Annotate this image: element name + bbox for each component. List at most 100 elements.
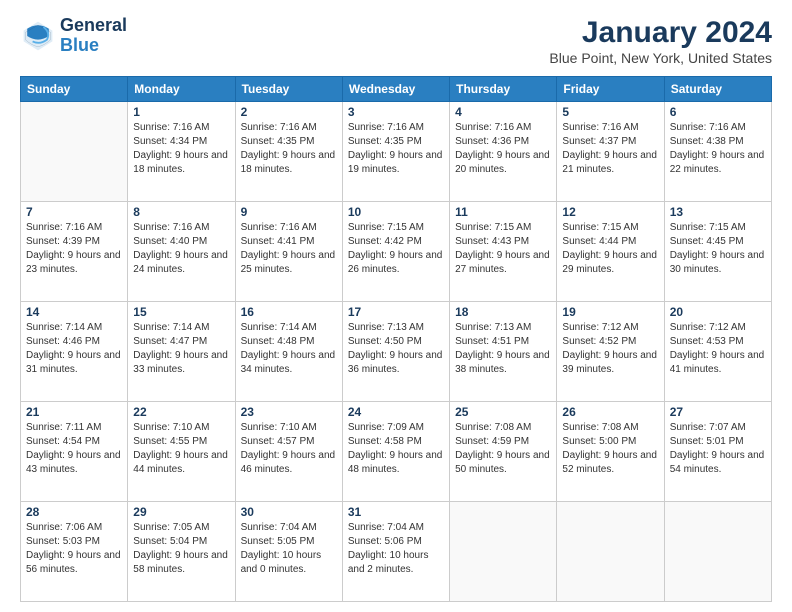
cell-info: Sunrise: 7:12 AMSunset: 4:52 PMDaylight:… (562, 321, 658, 377)
cell-date: 7 (26, 205, 122, 219)
cell-date: 12 (562, 205, 658, 219)
table-row: 17 Sunrise: 7:13 AMSunset: 4:50 PMDaylig… (342, 302, 449, 402)
cell-date: 3 (348, 105, 444, 119)
calendar-table: Sunday Monday Tuesday Wednesday Thursday… (20, 76, 772, 602)
cell-info: Sunrise: 7:16 AMSunset: 4:40 PMDaylight:… (133, 221, 229, 277)
col-wednesday: Wednesday (342, 77, 449, 102)
calendar-week-row: 7 Sunrise: 7:16 AMSunset: 4:39 PMDayligh… (21, 202, 772, 302)
cell-info: Sunrise: 7:10 AMSunset: 4:57 PMDaylight:… (241, 421, 337, 477)
cell-date: 19 (562, 305, 658, 319)
col-sunday: Sunday (21, 77, 128, 102)
table-row (450, 502, 557, 602)
cell-date: 30 (241, 505, 337, 519)
calendar-header-row: Sunday Monday Tuesday Wednesday Thursday… (21, 77, 772, 102)
calendar-week-row: 21 Sunrise: 7:11 AMSunset: 4:54 PMDaylig… (21, 402, 772, 502)
table-row: 20 Sunrise: 7:12 AMSunset: 4:53 PMDaylig… (664, 302, 771, 402)
table-row: 13 Sunrise: 7:15 AMSunset: 4:45 PMDaylig… (664, 202, 771, 302)
cell-info: Sunrise: 7:13 AMSunset: 4:51 PMDaylight:… (455, 321, 551, 377)
logo: General Blue (20, 16, 127, 56)
cell-date: 2 (241, 105, 337, 119)
table-row: 7 Sunrise: 7:16 AMSunset: 4:39 PMDayligh… (21, 202, 128, 302)
cell-info: Sunrise: 7:07 AMSunset: 5:01 PMDaylight:… (670, 421, 766, 477)
cell-date: 21 (26, 405, 122, 419)
cell-info: Sunrise: 7:15 AMSunset: 4:45 PMDaylight:… (670, 221, 766, 277)
cell-date: 10 (348, 205, 444, 219)
cell-info: Sunrise: 7:14 AMSunset: 4:47 PMDaylight:… (133, 321, 229, 377)
cell-date: 6 (670, 105, 766, 119)
table-row (664, 502, 771, 602)
cell-info: Sunrise: 7:09 AMSunset: 4:58 PMDaylight:… (348, 421, 444, 477)
cell-date: 11 (455, 205, 551, 219)
title-block: January 2024 Blue Point, New York, Unite… (549, 16, 772, 66)
cell-info: Sunrise: 7:16 AMSunset: 4:36 PMDaylight:… (455, 121, 551, 177)
cell-date: 4 (455, 105, 551, 119)
col-thursday: Thursday (450, 77, 557, 102)
table-row: 8 Sunrise: 7:16 AMSunset: 4:40 PMDayligh… (128, 202, 235, 302)
table-row: 25 Sunrise: 7:08 AMSunset: 4:59 PMDaylig… (450, 402, 557, 502)
table-row: 30 Sunrise: 7:04 AMSunset: 5:05 PMDaylig… (235, 502, 342, 602)
cell-date: 28 (26, 505, 122, 519)
table-row: 21 Sunrise: 7:11 AMSunset: 4:54 PMDaylig… (21, 402, 128, 502)
cell-date: 8 (133, 205, 229, 219)
cell-info: Sunrise: 7:08 AMSunset: 5:00 PMDaylight:… (562, 421, 658, 477)
table-row: 9 Sunrise: 7:16 AMSunset: 4:41 PMDayligh… (235, 202, 342, 302)
page: General Blue January 2024 Blue Point, Ne… (0, 0, 792, 612)
cell-date: 25 (455, 405, 551, 419)
table-row (21, 102, 128, 202)
cell-info: Sunrise: 7:16 AMSunset: 4:38 PMDaylight:… (670, 121, 766, 177)
table-row: 23 Sunrise: 7:10 AMSunset: 4:57 PMDaylig… (235, 402, 342, 502)
col-friday: Friday (557, 77, 664, 102)
col-tuesday: Tuesday (235, 77, 342, 102)
calendar-title: January 2024 (549, 16, 772, 50)
cell-info: Sunrise: 7:14 AMSunset: 4:48 PMDaylight:… (241, 321, 337, 377)
calendar-week-row: 28 Sunrise: 7:06 AMSunset: 5:03 PMDaylig… (21, 502, 772, 602)
table-row: 4 Sunrise: 7:16 AMSunset: 4:36 PMDayligh… (450, 102, 557, 202)
table-row: 29 Sunrise: 7:05 AMSunset: 5:04 PMDaylig… (128, 502, 235, 602)
cell-info: Sunrise: 7:08 AMSunset: 4:59 PMDaylight:… (455, 421, 551, 477)
calendar-subtitle: Blue Point, New York, United States (549, 50, 772, 66)
table-row: 2 Sunrise: 7:16 AMSunset: 4:35 PMDayligh… (235, 102, 342, 202)
cell-date: 15 (133, 305, 229, 319)
calendar-week-row: 14 Sunrise: 7:14 AMSunset: 4:46 PMDaylig… (21, 302, 772, 402)
cell-info: Sunrise: 7:14 AMSunset: 4:46 PMDaylight:… (26, 321, 122, 377)
cell-info: Sunrise: 7:16 AMSunset: 4:37 PMDaylight:… (562, 121, 658, 177)
cell-info: Sunrise: 7:15 AMSunset: 4:42 PMDaylight:… (348, 221, 444, 277)
cell-info: Sunrise: 7:05 AMSunset: 5:04 PMDaylight:… (133, 521, 229, 577)
cell-info: Sunrise: 7:15 AMSunset: 4:44 PMDaylight:… (562, 221, 658, 277)
col-monday: Monday (128, 77, 235, 102)
cell-date: 5 (562, 105, 658, 119)
cell-date: 31 (348, 505, 444, 519)
cell-date: 22 (133, 405, 229, 419)
calendar-week-row: 1 Sunrise: 7:16 AMSunset: 4:34 PMDayligh… (21, 102, 772, 202)
table-row: 3 Sunrise: 7:16 AMSunset: 4:35 PMDayligh… (342, 102, 449, 202)
cell-info: Sunrise: 7:16 AMSunset: 4:39 PMDaylight:… (26, 221, 122, 277)
table-row (557, 502, 664, 602)
cell-date: 29 (133, 505, 229, 519)
table-row: 5 Sunrise: 7:16 AMSunset: 4:37 PMDayligh… (557, 102, 664, 202)
cell-date: 17 (348, 305, 444, 319)
logo-text: General Blue (60, 16, 127, 56)
header: General Blue January 2024 Blue Point, Ne… (20, 16, 772, 66)
cell-date: 20 (670, 305, 766, 319)
cell-info: Sunrise: 7:11 AMSunset: 4:54 PMDaylight:… (26, 421, 122, 477)
cell-info: Sunrise: 7:04 AMSunset: 5:06 PMDaylight:… (348, 521, 444, 577)
table-row: 28 Sunrise: 7:06 AMSunset: 5:03 PMDaylig… (21, 502, 128, 602)
table-row: 14 Sunrise: 7:14 AMSunset: 4:46 PMDaylig… (21, 302, 128, 402)
cell-date: 26 (562, 405, 658, 419)
table-row: 26 Sunrise: 7:08 AMSunset: 5:00 PMDaylig… (557, 402, 664, 502)
table-row: 19 Sunrise: 7:12 AMSunset: 4:52 PMDaylig… (557, 302, 664, 402)
cell-date: 16 (241, 305, 337, 319)
table-row: 27 Sunrise: 7:07 AMSunset: 5:01 PMDaylig… (664, 402, 771, 502)
cell-date: 9 (241, 205, 337, 219)
cell-info: Sunrise: 7:16 AMSunset: 4:35 PMDaylight:… (241, 121, 337, 177)
cell-info: Sunrise: 7:06 AMSunset: 5:03 PMDaylight:… (26, 521, 122, 577)
cell-info: Sunrise: 7:16 AMSunset: 4:35 PMDaylight:… (348, 121, 444, 177)
table-row: 18 Sunrise: 7:13 AMSunset: 4:51 PMDaylig… (450, 302, 557, 402)
cell-date: 23 (241, 405, 337, 419)
col-saturday: Saturday (664, 77, 771, 102)
table-row: 1 Sunrise: 7:16 AMSunset: 4:34 PMDayligh… (128, 102, 235, 202)
table-row: 11 Sunrise: 7:15 AMSunset: 4:43 PMDaylig… (450, 202, 557, 302)
cell-date: 18 (455, 305, 551, 319)
table-row: 24 Sunrise: 7:09 AMSunset: 4:58 PMDaylig… (342, 402, 449, 502)
table-row: 6 Sunrise: 7:16 AMSunset: 4:38 PMDayligh… (664, 102, 771, 202)
